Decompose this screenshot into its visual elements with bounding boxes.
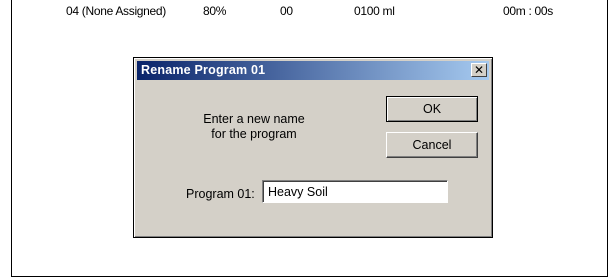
rename-dialog: Rename Program 01 ✕ Enter a new name for… [133,57,493,238]
close-button[interactable]: ✕ [471,63,487,77]
cancel-button[interactable]: Cancel [386,132,478,158]
prompt-line-2: for the program [211,127,297,141]
number-cell: 00 [280,4,293,18]
program-name-cell: 04 (None Assigned) [66,4,166,18]
program-name-input[interactable] [262,180,448,203]
dialog-title: Rename Program 01 [141,63,266,77]
dialog-prompt: Enter a new name for the program [174,112,334,142]
volume-cell: 0100 ml [354,4,395,18]
dialog-titlebar[interactable]: Rename Program 01 ✕ [137,61,489,80]
percent-cell: 80% [203,4,227,18]
close-icon: ✕ [473,63,485,77]
prompt-line-1: Enter a new name [203,112,305,126]
table-row[interactable]: 04 (None Assigned) 80% 00 0100 ml 00m : … [12,0,607,22]
time-cell: 00m : 00s [503,4,553,18]
ok-button[interactable]: OK [386,96,478,122]
program-name-label: Program 01: [186,187,255,201]
